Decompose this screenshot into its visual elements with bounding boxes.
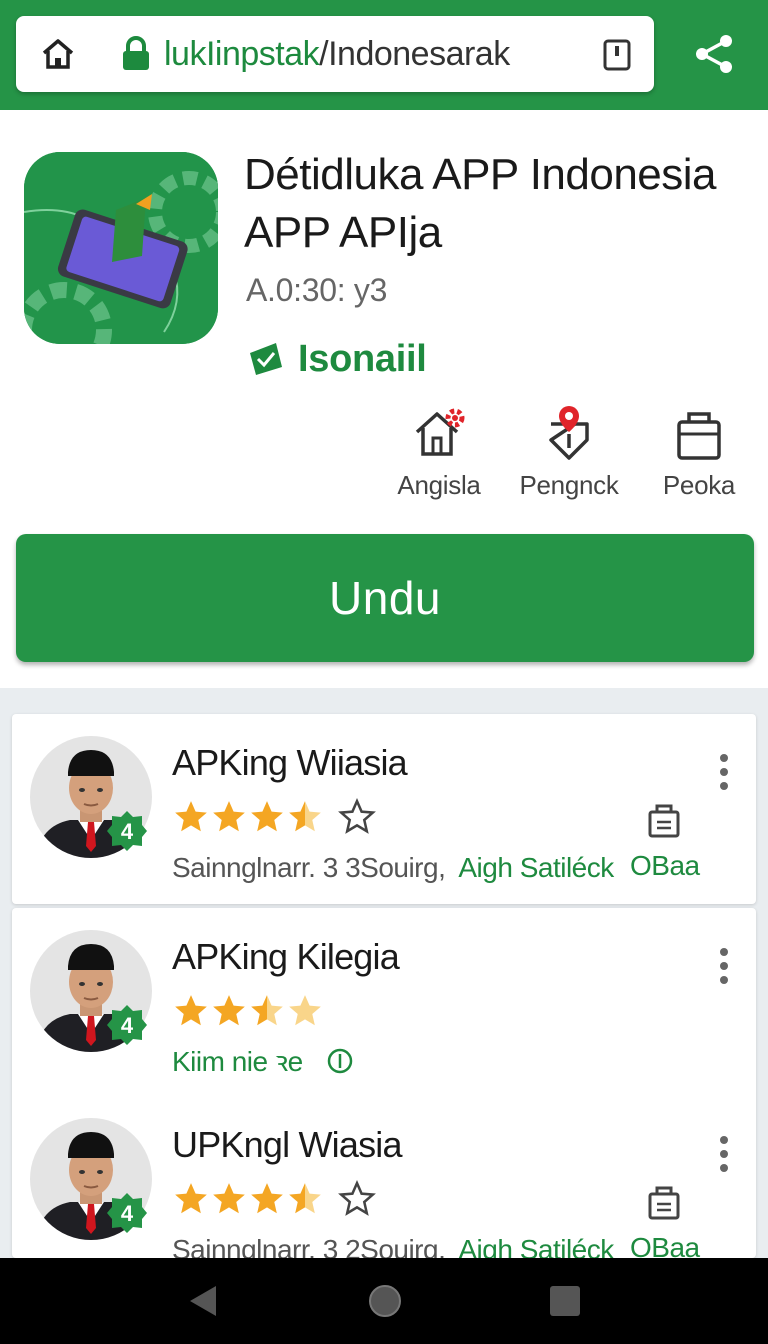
avatar: 4: [30, 930, 152, 1052]
star-rating: [172, 798, 376, 836]
star-full-icon: [213, 801, 245, 832]
star-empty-icon: [338, 798, 376, 834]
item-meta: Sainnglnarr. 3 3Souirg, Aigh Satiléck: [172, 852, 614, 884]
action-angisla[interactable]: Angisla: [374, 402, 504, 501]
share-icon[interactable]: [692, 32, 736, 76]
browser-toolbar: lukIinpstak/Indonesarak: [0, 0, 768, 110]
item-title: UPKngl Wiasia: [172, 1124, 402, 1165]
tabs-icon[interactable]: [602, 38, 632, 72]
url-domain: lukIinpstak: [164, 35, 320, 73]
star-rating: [172, 1180, 376, 1218]
level-badge-icon: 4: [107, 811, 147, 851]
badge-number: 4: [121, 819, 134, 844]
action-label: Peoka: [662, 470, 736, 500]
app-icon: [24, 152, 218, 344]
star-half-icon: [289, 1183, 321, 1214]
recents-icon[interactable]: [544, 1280, 586, 1322]
developer-link[interactable]: Isonaiil: [246, 336, 427, 382]
back-icon[interactable]: [184, 1280, 226, 1322]
list-item[interactable]: 4 APKing Kilegia Kiim nie ꝛe: [12, 908, 756, 1098]
item-title: APKing Kilegia: [172, 936, 400, 977]
app-version: A.0:30: y3: [246, 272, 388, 308]
star-half-icon: [251, 995, 283, 1026]
item-meta-gray: Sainnglnarr. 3 3Souirg,: [172, 852, 446, 883]
star-full-icon: [175, 801, 207, 832]
more-options-icon[interactable]: [714, 946, 734, 986]
star-full-icon: [251, 801, 283, 832]
avatar: 4: [30, 1118, 152, 1240]
app-title: Détidluka APP Indonesia APP APIja: [244, 150, 717, 257]
star-full-icon: [175, 1183, 207, 1214]
url-text[interactable]: lukIinpstak/Indonesarak: [164, 34, 510, 74]
item-meta-green: Kiim nie ꝛe: [172, 1046, 303, 1077]
star-full-icon: [213, 995, 245, 1026]
item-meta-green: Aigh Satiléck: [458, 852, 614, 883]
lock-icon: [123, 36, 149, 70]
list-item[interactable]: 4 APKing Wiiasia Sainnglnarr. 3 3Souirg,…: [12, 714, 756, 904]
action-peoka[interactable]: Peoka: [634, 402, 764, 501]
badge-number: 4: [121, 1201, 134, 1226]
verified-badge-icon: [250, 343, 282, 375]
item-title: APKing Wiiasia: [172, 742, 408, 783]
shopping-bag-icon[interactable]: [644, 800, 684, 840]
list-group: 4 APKing Kilegia Kiim nie ꝛe 4 UPKngl Wi…: [12, 908, 756, 1265]
location-pin-icon: [549, 406, 589, 460]
item-action[interactable]: OBaa: [630, 850, 700, 882]
star-rating: [172, 992, 324, 1030]
star-empty-icon: [338, 1180, 376, 1216]
level-badge-icon: 4: [107, 1005, 147, 1045]
home-icon[interactable]: [40, 36, 76, 72]
home-circle-icon[interactable]: [364, 1280, 406, 1322]
url-path: /Indonesarak: [319, 35, 510, 73]
level-badge-icon: 4: [107, 1193, 147, 1233]
star-full-icon: [175, 995, 207, 1026]
star-full-icon: [251, 1183, 283, 1214]
developer-name: Isonaiil: [298, 337, 427, 380]
shopping-bag-icon[interactable]: [644, 1182, 684, 1222]
star-full-icon: [213, 1183, 245, 1214]
home-gear-icon: [415, 408, 465, 456]
address-bar[interactable]: lukIinpstak/Indonesarak: [16, 16, 654, 92]
action-label: Angisla: [397, 470, 481, 500]
info-circle-icon[interactable]: [326, 1047, 354, 1075]
avatar: 4: [30, 736, 152, 858]
system-navigation-bar: [0, 1258, 768, 1344]
star-empty-icon: [289, 995, 321, 1026]
more-options-icon[interactable]: [714, 1134, 734, 1174]
action-pengnck[interactable]: Pengnck: [504, 402, 634, 501]
app-header-card: Détidluka APP Indonesia APP APIja A.0:30…: [0, 110, 768, 688]
more-options-icon[interactable]: [714, 752, 734, 792]
star-half-icon: [289, 801, 321, 832]
action-label: Pengnck: [519, 470, 619, 500]
install-button[interactable]: Undu: [16, 534, 754, 662]
badge-number: 4: [121, 1013, 134, 1038]
shopping-bag-icon: [677, 412, 721, 460]
item-meta: Kiim nie ꝛe: [172, 1042, 354, 1080]
